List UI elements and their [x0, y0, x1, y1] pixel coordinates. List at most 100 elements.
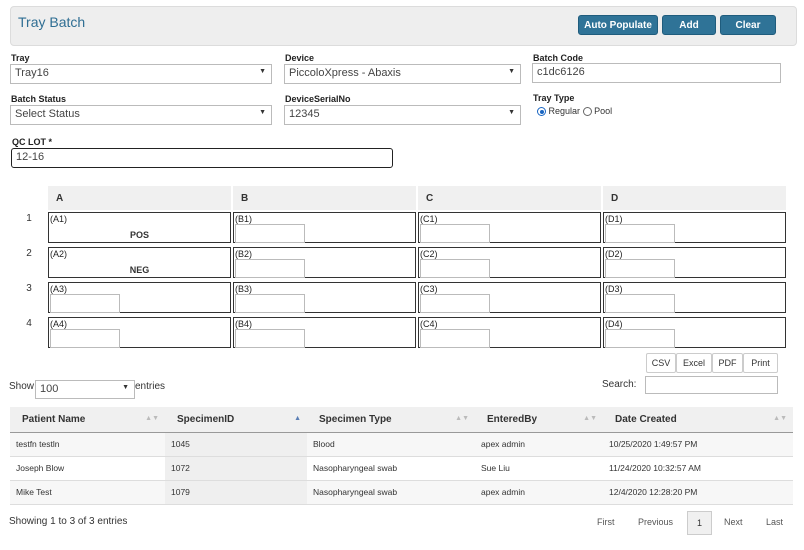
specimen-id-cell: 1072: [165, 456, 307, 481]
radio-pool[interactable]: [582, 107, 592, 117]
device-value: PiccoloXpress - Abaxis: [289, 67, 401, 79]
table-row[interactable]: Mike Test 1079 Nasopharyngeal swab apex adm…: [10, 480, 793, 505]
tray-well-label: (C3): [420, 284, 438, 294]
csv-button[interactable]: CSV: [646, 353, 676, 373]
device-select[interactable]: PiccoloXpress - Abaxis ▼: [284, 64, 521, 84]
tray-well-label: (C2): [420, 249, 438, 259]
patient-name-cell: Mike Test: [10, 480, 165, 505]
pdf-button[interactable]: PDF: [712, 353, 743, 373]
entered-by-cell: Sue Liu: [475, 456, 603, 481]
tray-well-label: (D3): [605, 284, 623, 294]
previous-page-link[interactable]: Previous: [638, 517, 673, 527]
chevron-down-icon: ▼: [259, 68, 266, 75]
batch-status-select[interactable]: Select Status ▼: [10, 105, 272, 125]
tray-well-input[interactable]: [605, 224, 675, 243]
header-date-created[interactable]: Date Created ▲▼: [603, 407, 793, 433]
search-input[interactable]: [645, 376, 778, 394]
print-button[interactable]: Print: [743, 353, 778, 373]
tray-well-input[interactable]: [235, 294, 305, 313]
tray-column-b: B: [232, 186, 418, 210]
excel-button[interactable]: Excel: [676, 353, 712, 373]
device-serial-select[interactable]: 12345 ▼: [284, 105, 521, 125]
entries-value: 100: [40, 383, 59, 395]
tray-well-label: (A1): [50, 214, 68, 224]
tray-row-number: 2: [26, 248, 32, 259]
batch-status-label: Batch Status: [11, 94, 67, 104]
tray-well-label: (B1): [235, 214, 253, 224]
tray-well-label: (B4): [235, 319, 253, 329]
header-specimen-id[interactable]: SpecimenID ▲: [165, 407, 307, 433]
table-row[interactable]: testfn testln 1045 Blood apex admin 10/25/20…: [10, 432, 793, 457]
tray-well-label: (C1): [420, 214, 438, 224]
tray-well: (A1) POS: [48, 212, 231, 243]
batch-code-input[interactable]: c1dc6126: [532, 63, 781, 83]
specimen-id-cell: 1045: [165, 432, 307, 457]
first-page-link[interactable]: First: [597, 517, 615, 527]
tray-well: (C2): [418, 247, 601, 278]
tray-well-label: (B3): [235, 284, 253, 294]
sort-icon: ▲▼: [145, 415, 159, 422]
table-info: Showing 1 to 3 of 3 entries: [9, 516, 128, 527]
table-row[interactable]: Joseph Blow 1072 Nasopharyngeal swab Sue Li…: [10, 456, 793, 481]
entries-select[interactable]: 100 ▼: [35, 380, 135, 399]
tray-well-input[interactable]: [235, 259, 305, 278]
chevron-down-icon: ▼: [508, 109, 515, 116]
qc-lot-input[interactable]: 12-16: [11, 148, 393, 168]
next-page-link[interactable]: Next: [724, 517, 743, 527]
batch-status-value: Select Status: [15, 108, 80, 120]
sort-icon: ▲▼: [583, 415, 597, 422]
tray-row-number: 1: [26, 213, 32, 224]
tray-type-label: Tray Type: [533, 93, 575, 103]
tray-well-input[interactable]: [235, 329, 305, 348]
qc-lot-label: QC LOT *: [12, 137, 52, 147]
header-specimen-type[interactable]: Specimen Type ▲▼: [307, 407, 475, 433]
header-patient-name[interactable]: Patient Name ▲▼: [10, 407, 165, 433]
tray-well-input[interactable]: [50, 329, 120, 348]
header-entered-by[interactable]: EnteredBy ▲▼: [475, 407, 603, 433]
tray-well-label: (C4): [420, 319, 438, 329]
patient-name-cell: testfn testln: [10, 432, 165, 457]
tray-well-value: NEG: [129, 265, 150, 275]
tray-type-options: Regular Pool: [537, 106, 612, 117]
specimen-table: Patient Name ▲▼ SpecimenID ▲ Specimen Type…: [10, 407, 793, 505]
device-serial-label: DeviceSerialNo: [285, 94, 351, 104]
tray-well-input[interactable]: [605, 259, 675, 278]
tray-row-number: 3: [26, 283, 32, 294]
tray-well: (A3): [48, 282, 231, 313]
tray-well: (C1): [418, 212, 601, 243]
entered-by-cell: apex admin: [475, 480, 603, 505]
radio-regular[interactable]: [537, 107, 546, 117]
tray-label: Tray: [11, 53, 30, 63]
sort-asc-icon: ▲: [294, 415, 301, 422]
tray-well: (B3): [233, 282, 416, 313]
tray-well-input[interactable]: [235, 224, 305, 243]
device-serial-value: 12345: [289, 108, 320, 120]
tray-well-label: (D2): [605, 249, 623, 259]
date-created-cell: 11/24/2020 10:32:57 AM: [603, 456, 793, 481]
tray-well: (C3): [418, 282, 601, 313]
tray-well-input[interactable]: [50, 294, 120, 313]
last-page-link[interactable]: Last: [766, 517, 783, 527]
tray-well-input[interactable]: [420, 294, 490, 313]
auto-populate-button[interactable]: Auto Populate: [578, 15, 658, 35]
specimen-type-cell: Nasopharyngeal swab: [307, 480, 475, 505]
tray-well-input[interactable]: [420, 329, 490, 348]
clear-button[interactable]: Clear: [720, 15, 776, 35]
tray-select[interactable]: Tray16 ▼: [10, 64, 272, 84]
tray-grid: A B C D 1 (A1) POS (B1) (C1) (D1) 2 (A2) NEG (B2)…: [11, 186, 788, 350]
specimen-type-cell: Blood: [307, 432, 475, 457]
page-1-button[interactable]: 1: [687, 511, 712, 535]
add-button[interactable]: Add: [662, 15, 716, 35]
tray-well-input[interactable]: [420, 259, 490, 278]
tray-well: (D3): [603, 282, 786, 313]
entered-by-cell: apex admin: [475, 432, 603, 457]
entries-label: entries: [135, 381, 166, 392]
tray-value: Tray16: [15, 67, 49, 79]
tray-well-input[interactable]: [605, 329, 675, 348]
tray-well-input[interactable]: [420, 224, 490, 243]
tray-well-input[interactable]: [605, 294, 675, 313]
tray-well-label: (A4): [50, 319, 68, 329]
tray-well: (A4): [48, 317, 231, 348]
chevron-down-icon: ▼: [259, 109, 266, 116]
date-created-cell: 12/4/2020 12:28:20 PM: [603, 480, 793, 505]
